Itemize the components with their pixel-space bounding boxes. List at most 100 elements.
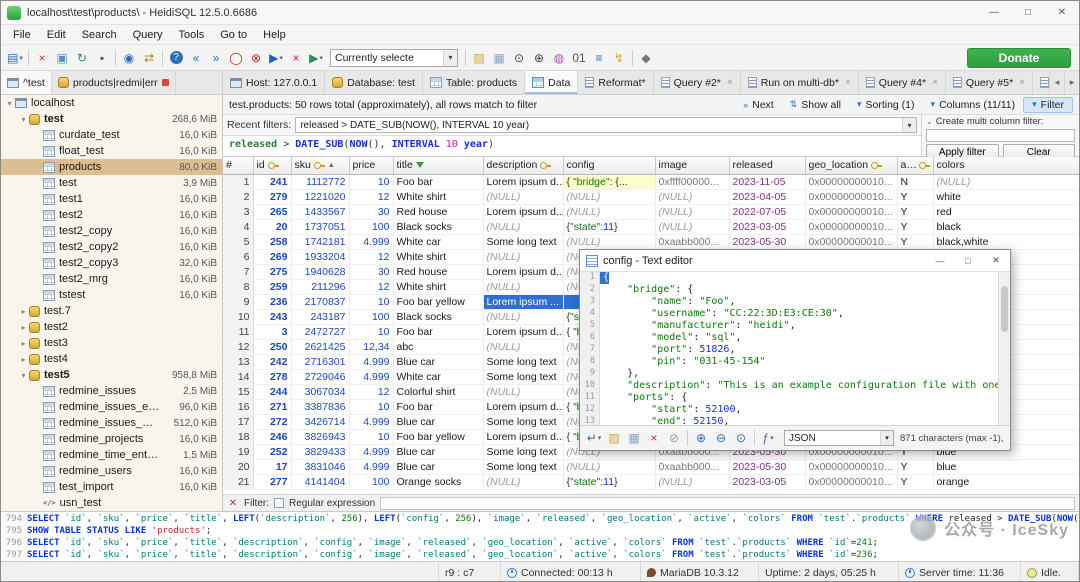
cell-rownum[interactable]: 6 <box>223 249 253 264</box>
code-line[interactable]: 7 "port": 51826, <box>580 344 1010 356</box>
tree-item-test3[interactable]: ▸test3 <box>1 335 222 351</box>
cell-price[interactable]: 4.999 <box>349 459 393 474</box>
code-line[interactable]: 1{ <box>580 272 1010 284</box>
cell-rownum[interactable]: 11 <box>223 324 253 339</box>
tab-query-2[interactable]: Query #2*× <box>654 71 741 94</box>
cell-id[interactable]: 279 <box>253 189 291 204</box>
tree-item-redmine-issues-entwickler[interactable]: redmine_issues_entwickler96,0 KiB <box>1 399 222 415</box>
cell-id[interactable]: 244 <box>253 384 291 399</box>
cell-colors[interactable]: blue <box>933 459 1079 474</box>
tab-scroll-right-icon[interactable]: ▸ <box>1064 71 1079 94</box>
regex-toggle[interactable]: Regular expression <box>289 498 375 509</box>
cell-title[interactable]: Black socks <box>393 309 483 324</box>
cell-sku[interactable]: 2621425 <box>291 339 349 354</box>
cell-geo-location[interactable]: 0x00000000010... <box>805 474 897 489</box>
cell-sku[interactable]: 211296 <box>291 279 349 294</box>
cell-title[interactable]: Red house <box>393 204 483 219</box>
close-tab-icon[interactable]: × <box>1019 77 1025 88</box>
cell-description[interactable]: Lorem ipsum d... <box>483 324 563 339</box>
zoom-reset-icon[interactable]: ⊙ <box>731 428 751 448</box>
zoom-out-icon[interactable]: ⊖ <box>711 428 731 448</box>
tree-item-test2-mrg[interactable]: test2_mrg16,0 KiB <box>1 271 222 287</box>
table-row[interactable]: 1241111277210Foo barLorem ipsum d...{ "b… <box>223 174 1079 189</box>
cell-active[interactable]: Y <box>897 459 933 474</box>
code-line[interactable]: 12 "start": 52100, <box>580 404 1010 416</box>
cell-geo-location[interactable]: 0x00000000010... <box>805 174 897 189</box>
tree-item-test2-copy3[interactable]: test2_copy332,0 KiB <box>1 255 222 271</box>
cell-price[interactable]: 12 <box>349 384 393 399</box>
dialog-code-area[interactable]: 1{2 "bridge": {3 "name": "Foo",4 "userna… <box>580 272 1010 426</box>
close-button[interactable]: ✕ <box>1045 1 1079 24</box>
filter-sql-editor[interactable]: released > DATE_SUB(NOW(), INTERVAL 10 y… <box>223 135 921 156</box>
code-line[interactable]: 6 "model": "sql", <box>580 332 1010 344</box>
tree-item-redmine-time-entries[interactable]: redmine_time_entries1,5 MiB <box>1 447 222 463</box>
cell-title[interactable]: Foo bar <box>393 324 483 339</box>
session-manager-icon[interactable]: ▤▾ <box>5 48 25 68</box>
cell-price[interactable]: 100 <box>349 474 393 489</box>
menu-go-to[interactable]: Go to <box>212 27 255 43</box>
expander-closed-icon[interactable]: ▸ <box>18 355 29 364</box>
close-tab-icon[interactable]: × <box>727 77 733 88</box>
cell-price[interactable]: 10 <box>349 294 393 309</box>
tab-reformat[interactable]: Reformat* <box>578 71 653 94</box>
cell-colors[interactable]: red <box>933 204 1079 219</box>
cell-title[interactable]: Red house <box>393 264 483 279</box>
code-line[interactable]: 3 "name": "Foo", <box>580 296 1010 308</box>
scrollbar-thumb[interactable] <box>1001 286 1008 332</box>
cell-rownum[interactable]: 16 <box>223 399 253 414</box>
tree-item-test2-copy2[interactable]: test2_copy216,0 KiB <box>1 239 222 255</box>
cell-id[interactable]: 241 <box>253 174 291 189</box>
cell-title[interactable]: Black socks <box>393 219 483 234</box>
tree-item-usn-test[interactable]: </>usn_test <box>1 495 222 511</box>
function-icon[interactable]: ƒ▾ <box>758 428 778 448</box>
cell-description[interactable]: Lorem ipsum d... <box>483 174 563 189</box>
tab-data[interactable]: Data <box>525 71 578 94</box>
cell-released[interactable]: 2023-03-05 <box>729 219 805 234</box>
session-tab-products-redmi-err[interactable]: products|redmi|err <box>52 71 176 94</box>
code-line[interactable]: 9 }, <box>580 368 1010 380</box>
cell-rownum[interactable]: 17 <box>223 414 253 429</box>
cell-rownum[interactable]: 4 <box>223 219 253 234</box>
cell-sku[interactable]: 3426714 <box>291 414 349 429</box>
cell-title[interactable]: Foo bar yellow <box>393 429 483 444</box>
cell-id[interactable]: 246 <box>253 429 291 444</box>
cell-description[interactable]: (NULL) <box>483 189 563 204</box>
cell-id[interactable]: 259 <box>253 279 291 294</box>
table-row[interactable]: 212774141404100Orange socks(NULL){"state… <box>223 474 1079 489</box>
columns-button[interactable]: ▾Columns (11/11) <box>923 98 1024 112</box>
bookmark-icon[interactable]: ◆ <box>636 48 656 68</box>
cell-rownum[interactable]: 13 <box>223 354 253 369</box>
cell-config[interactable]: (NULL) <box>563 459 655 474</box>
tree-item-test[interactable]: ▾test268,6 MiB <box>1 111 222 127</box>
maximize-button[interactable]: □ <box>1011 1 1045 24</box>
cell-rownum[interactable]: 1 <box>223 174 253 189</box>
cell-active[interactable]: Y <box>897 234 933 249</box>
tree-item-test1[interactable]: test116,0 KiB <box>1 191 222 207</box>
cell-title[interactable]: Foo bar <box>393 174 483 189</box>
user-manager-icon[interactable]: ◉ <box>119 48 139 68</box>
column-header-description[interactable]: description <box>483 157 563 174</box>
tree-item-test5[interactable]: ▾test5958,8 MiB <box>1 367 222 383</box>
code-line[interactable]: 8 "pin": "031-45-154" <box>580 356 1010 368</box>
cell-released[interactable]: 2023-05-30 <box>729 459 805 474</box>
multi-filter-input[interactable] <box>926 129 1075 142</box>
cell-sku[interactable]: 3387836 <box>291 399 349 414</box>
cell-released[interactable]: 2023-04-05 <box>729 189 805 204</box>
color-picker-icon[interactable]: ◍ <box>549 48 569 68</box>
cell-id[interactable]: 269 <box>253 249 291 264</box>
cell-price[interactable]: 12,34 <box>349 339 393 354</box>
cell-price[interactable]: 4.999 <box>349 369 393 384</box>
export-database-icon[interactable]: ⇄ <box>139 48 159 68</box>
cell-released[interactable]: 2023-03-05 <box>729 474 805 489</box>
cell-title[interactable]: abc <box>393 339 483 354</box>
session-tab-test[interactable]: ^test <box>1 71 52 94</box>
tab-run-on-multi-db[interactable]: Run on multi-db*× <box>741 71 859 94</box>
code-line[interactable]: 2 "bridge": { <box>580 284 1010 296</box>
menu-search[interactable]: Search <box>74 27 125 43</box>
expander-open-icon[interactable]: ▾ <box>4 99 15 108</box>
cell-sku[interactable]: 1940628 <box>291 264 349 279</box>
cell-sku[interactable]: 2729046 <box>291 369 349 384</box>
open-file-icon[interactable]: ▨ <box>604 428 624 448</box>
cell-image[interactable]: (NULL) <box>655 474 729 489</box>
cell-title[interactable]: Orange socks <box>393 474 483 489</box>
